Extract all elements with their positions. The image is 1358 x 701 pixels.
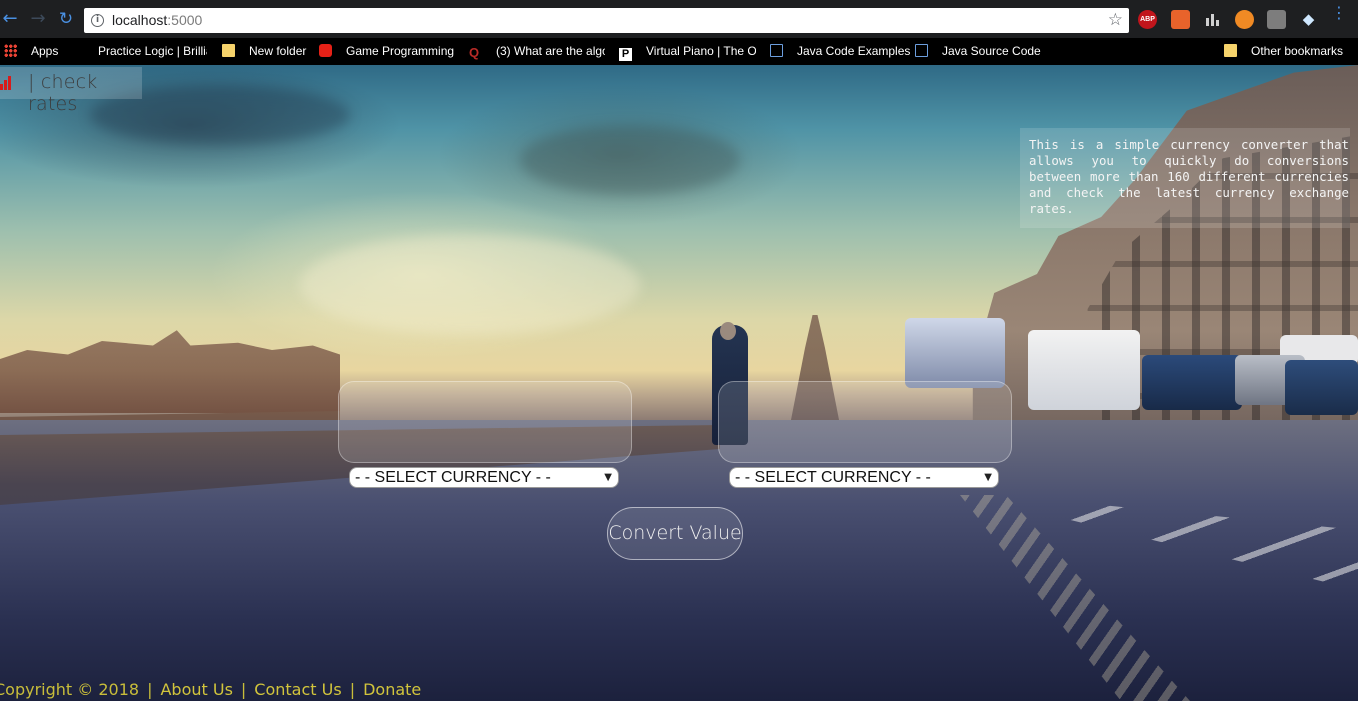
about-panel: This is a simple currency converter that… (1020, 128, 1350, 228)
footer-separator: | (240, 680, 247, 699)
footer-separator: | (349, 680, 356, 699)
bookmark-label: Virtual Piano | The O (646, 44, 756, 58)
bus-image (905, 318, 1005, 388)
bookmark-label: Java Source Code (942, 44, 1041, 58)
back-arrow-icon[interactable]: ← (0, 9, 20, 29)
bookmarks-bar: Apps Practice Logic | Brillia New folder… (0, 38, 1358, 65)
bookmark-label: Java Code Examples (797, 44, 910, 58)
bookmark-quora[interactable]: Q (3) What are the algo (469, 42, 605, 61)
youtube-icon (319, 44, 332, 57)
convert-value-button[interactable]: Convert Value (607, 507, 743, 560)
footer: Copyright © 2018 | About Us | Contact Us | Don… (0, 680, 421, 700)
reload-icon[interactable]: ↻ (56, 9, 76, 29)
car-image (1285, 360, 1358, 415)
bar-chart-extension-icon[interactable] (1203, 10, 1222, 29)
info-icon[interactable]: i (91, 14, 104, 27)
url-text: localhost:5000 (112, 12, 202, 28)
from-currency-value: - - SELECT CURRENCY - - (355, 469, 551, 486)
bookmark-brilliant[interactable]: Practice Logic | Brillia (74, 42, 207, 61)
page-icon (770, 44, 783, 57)
to-currency-select[interactable]: - - SELECT CURRENCY - - ▼ (729, 467, 999, 488)
folder-icon (1224, 44, 1237, 57)
car-image (1142, 355, 1242, 410)
dropdown-arrow-icon: ▼ (604, 472, 612, 483)
puzzle-extension-icon[interactable] (1267, 10, 1286, 29)
basketball-extension-icon[interactable] (1235, 10, 1254, 29)
footer-separator: | (147, 680, 153, 699)
diamond-extension-icon[interactable]: ◆ (1299, 10, 1318, 29)
brilliant-icon (74, 44, 84, 57)
bookmark-label: Apps (31, 44, 59, 58)
to-currency-value: - - SELECT CURRENCY - - (735, 469, 931, 486)
bookmark-star-icon[interactable]: ☆ (1108, 10, 1123, 30)
from-currency-select[interactable]: - - SELECT CURRENCY - - ▼ (349, 467, 619, 488)
apps-grid-icon (4, 44, 17, 57)
from-amount-input[interactable] (338, 381, 632, 463)
bookmark-label: Game Programming (346, 44, 455, 58)
bookmark-new-folder[interactable]: New folder (222, 42, 314, 61)
bookmark-java-source-code[interactable]: Java Source Code (915, 42, 1045, 61)
bookmark-other[interactable]: Other bookmarks (1224, 42, 1354, 61)
bookmark-label: Practice Logic | Brillia (98, 44, 207, 58)
donate-link[interactable]: Donate (363, 680, 421, 699)
chart-logo-icon (0, 76, 12, 90)
van-image (1028, 330, 1140, 410)
contact-us-link[interactable]: Contact Us (254, 680, 341, 699)
page-icon (915, 44, 928, 57)
url-host: localhost (112, 12, 168, 28)
pedestrian-head (720, 322, 736, 340)
folder-icon (222, 44, 235, 57)
menu-dots-icon[interactable]: ⋮ (1331, 5, 1347, 21)
forward-arrow-icon[interactable]: → (28, 9, 48, 29)
browser-toolbar: ← → ↻ i localhost:5000 ☆ ABP ◆ ⋮ (0, 0, 1358, 38)
extension-icon[interactable] (1171, 10, 1190, 29)
bookmark-game-programming[interactable]: Game Programming (319, 42, 456, 61)
adblock-icon[interactable]: ABP (1138, 10, 1157, 29)
p-icon: P (619, 48, 632, 61)
to-amount-input[interactable] (718, 381, 1012, 463)
logo-bar[interactable]: | check rates (0, 67, 142, 115)
copyright-text: Copyright © 2018 (0, 680, 140, 699)
bookmark-label: Other bookmarks (1251, 44, 1344, 58)
about-text: This is a simple currency converter that… (1029, 137, 1349, 216)
dropdown-arrow-icon: ▼ (984, 472, 992, 483)
about-us-link[interactable]: About Us (160, 680, 232, 699)
logo-text: | check rates (28, 71, 98, 115)
url-port: :5000 (167, 12, 203, 28)
bookmark-apps[interactable]: Apps (4, 42, 84, 61)
bookmark-label: (3) What are the algo (496, 44, 605, 58)
bookmark-virtual-piano[interactable]: P Virtual Piano | The O (619, 42, 756, 61)
bookmark-java-code-examples[interactable]: Java Code Examples (770, 42, 910, 61)
quora-icon: Q (469, 45, 480, 60)
address-bar[interactable]: i localhost:5000 ☆ (84, 8, 1129, 33)
bookmark-label: New folder (249, 44, 307, 58)
